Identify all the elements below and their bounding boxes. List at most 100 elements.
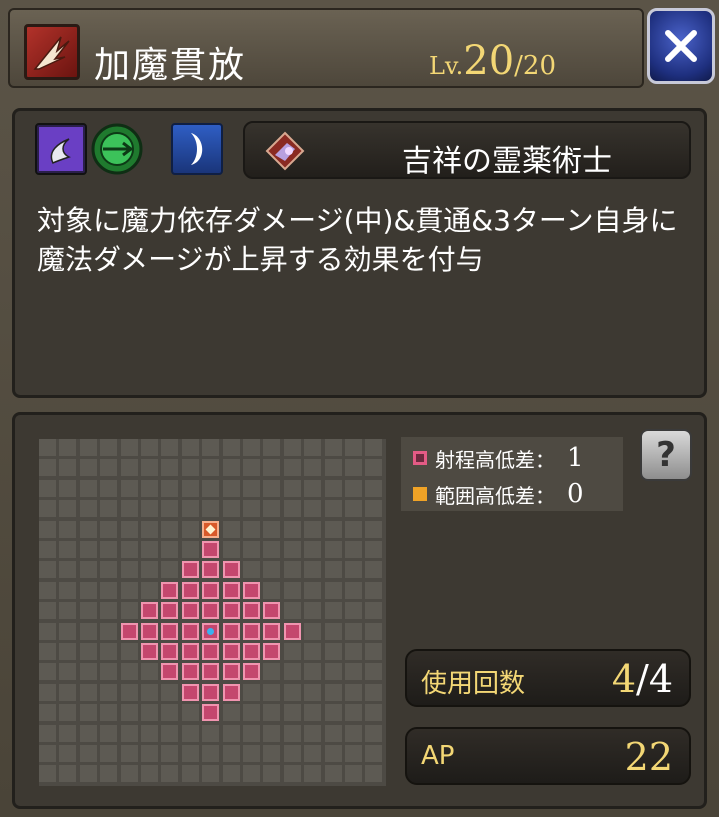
grid-cell bbox=[100, 602, 118, 620]
grid-cell bbox=[141, 745, 158, 762]
grid-cell bbox=[120, 500, 138, 518]
range-cell bbox=[202, 643, 220, 660]
grid-cell bbox=[59, 622, 77, 640]
range-grid bbox=[39, 439, 386, 786]
grid-cell bbox=[324, 683, 342, 701]
grid-cell bbox=[59, 520, 77, 538]
grid-cell bbox=[39, 663, 56, 681]
range-cell bbox=[161, 663, 179, 681]
grid-cell bbox=[202, 439, 220, 456]
grid-cell bbox=[324, 745, 342, 762]
grid-cell bbox=[120, 643, 138, 660]
uses-separator: / bbox=[636, 657, 649, 701]
grid-cell bbox=[304, 745, 322, 762]
grid-cell bbox=[79, 643, 97, 660]
grid-cell bbox=[263, 500, 281, 518]
grid-cell bbox=[161, 745, 179, 762]
grid-cell bbox=[120, 683, 138, 701]
range-cell bbox=[202, 581, 220, 599]
grid-cell bbox=[222, 724, 240, 742]
grid-cell bbox=[324, 622, 342, 640]
grid-cell bbox=[324, 541, 342, 558]
grid-cell bbox=[202, 765, 220, 783]
range-height-value: 1 bbox=[567, 443, 584, 473]
grid-cell bbox=[59, 561, 77, 579]
grid-cell bbox=[263, 765, 281, 783]
grid-cell bbox=[243, 520, 260, 538]
grid-cell bbox=[304, 704, 322, 722]
grid-cell bbox=[243, 459, 260, 477]
range-cell bbox=[181, 683, 199, 701]
grid-cell bbox=[100, 683, 118, 701]
grid-cell bbox=[365, 602, 383, 620]
job-class-bar: 吉祥の霊薬術士 bbox=[243, 121, 691, 179]
grid-cell bbox=[345, 704, 362, 722]
help-button[interactable]: ? bbox=[640, 429, 692, 481]
grid-cell bbox=[243, 500, 260, 518]
range-cell bbox=[181, 643, 199, 660]
grid-cell bbox=[120, 745, 138, 762]
grid-cell bbox=[365, 541, 383, 558]
range-cell bbox=[243, 602, 260, 620]
range-cell bbox=[202, 704, 220, 722]
grid-cell bbox=[222, 479, 240, 497]
grid-cell bbox=[243, 683, 260, 701]
grid-cell bbox=[141, 439, 158, 456]
grid-cell bbox=[181, 724, 199, 742]
grid-cell bbox=[243, 479, 260, 497]
grid-cell bbox=[161, 439, 179, 456]
skill-description: 対象に魔力依存ダメージ(中)&貫通&3ターン自身に魔法ダメージが上昇する効果を付… bbox=[37, 204, 678, 276]
grid-cell bbox=[141, 500, 158, 518]
grid-cell bbox=[324, 500, 342, 518]
grid-cell bbox=[120, 459, 138, 477]
grid-cell bbox=[141, 561, 158, 579]
range-cell bbox=[222, 602, 240, 620]
grid-cell bbox=[141, 683, 158, 701]
range-cell bbox=[263, 622, 281, 640]
range-cell bbox=[243, 581, 260, 599]
grid-cell bbox=[365, 500, 383, 518]
grid-cell bbox=[59, 643, 77, 660]
grid-cell bbox=[345, 520, 362, 538]
grid-cell bbox=[100, 643, 118, 660]
grid-cell bbox=[59, 683, 77, 701]
grid-cell bbox=[304, 683, 322, 701]
grid-cell bbox=[161, 500, 179, 518]
grid-cell bbox=[120, 765, 138, 783]
grid-cell bbox=[365, 520, 383, 538]
grid-cell bbox=[59, 602, 77, 620]
grid-cell bbox=[304, 541, 322, 558]
grid-cell bbox=[79, 581, 97, 599]
header-bar: 加魔貫放 Lv.20/20 bbox=[8, 8, 644, 88]
skill-info-panel: 吉祥の霊薬術士 対象に魔力依存ダメージ(中)&貫通&3ターン自身に魔法ダメージが… bbox=[12, 108, 707, 398]
range-panel: 射程高低差： 1 範囲高低差： 0 ? 使用回数 4/4 AP 22 bbox=[12, 412, 707, 809]
grid-cell bbox=[100, 663, 118, 681]
grid-cell bbox=[100, 500, 118, 518]
grid-cell bbox=[100, 745, 118, 762]
grid-cell bbox=[79, 622, 97, 640]
grid-cell bbox=[345, 663, 362, 681]
range-cell bbox=[243, 643, 260, 660]
grid-cell bbox=[59, 704, 77, 722]
range-cell bbox=[202, 663, 220, 681]
grid-cell bbox=[181, 520, 199, 538]
grid-cell bbox=[365, 643, 383, 660]
job-class-name: 吉祥の霊薬術士 bbox=[402, 144, 612, 179]
grid-cell bbox=[324, 602, 342, 620]
grid-cell bbox=[79, 561, 97, 579]
grid-cell bbox=[161, 724, 179, 742]
grid-cell bbox=[181, 765, 199, 783]
grid-cell bbox=[283, 663, 301, 681]
ap-value: 22 bbox=[624, 735, 673, 779]
grid-cell bbox=[365, 704, 383, 722]
range-cell bbox=[202, 683, 220, 701]
grid-cell bbox=[120, 602, 138, 620]
grid-cell bbox=[222, 704, 240, 722]
range-cell bbox=[181, 561, 199, 579]
close-button[interactable] bbox=[647, 8, 715, 84]
grid-cell bbox=[304, 581, 322, 599]
range-cell bbox=[202, 541, 220, 558]
grid-cell bbox=[345, 765, 362, 783]
grid-cell bbox=[161, 704, 179, 722]
grid-cell bbox=[39, 439, 56, 456]
